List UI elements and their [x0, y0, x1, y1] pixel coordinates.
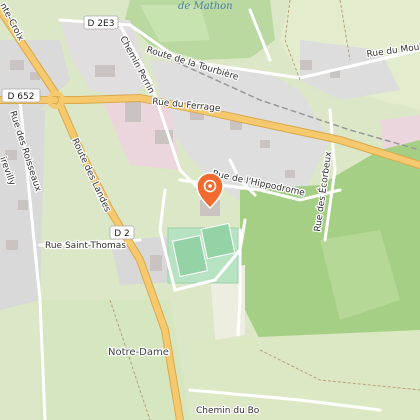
map-canvas[interactable]: de Mathon D 2E3 Chemin Perrin Route de l… — [0, 0, 420, 420]
label-notre-dame: Notre-Dame — [108, 347, 169, 358]
label-rue-saint-thomas: Rue Saint-Thomas — [45, 241, 126, 251]
label-mathon: de Mathon — [178, 1, 233, 12]
shield-d652: D 652 — [1, 88, 41, 103]
football-pitch-2 — [200, 222, 236, 260]
shield-d2: D 2 — [109, 225, 135, 240]
shield-d2e3: D 2E3 — [83, 15, 119, 30]
svg-text:D 2E3: D 2E3 — [88, 19, 115, 29]
svg-text:D 2: D 2 — [114, 229, 130, 239]
svg-text:D 652: D 652 — [8, 92, 35, 102]
label-chemin-bas: Chemin du Bo — [196, 406, 260, 416]
